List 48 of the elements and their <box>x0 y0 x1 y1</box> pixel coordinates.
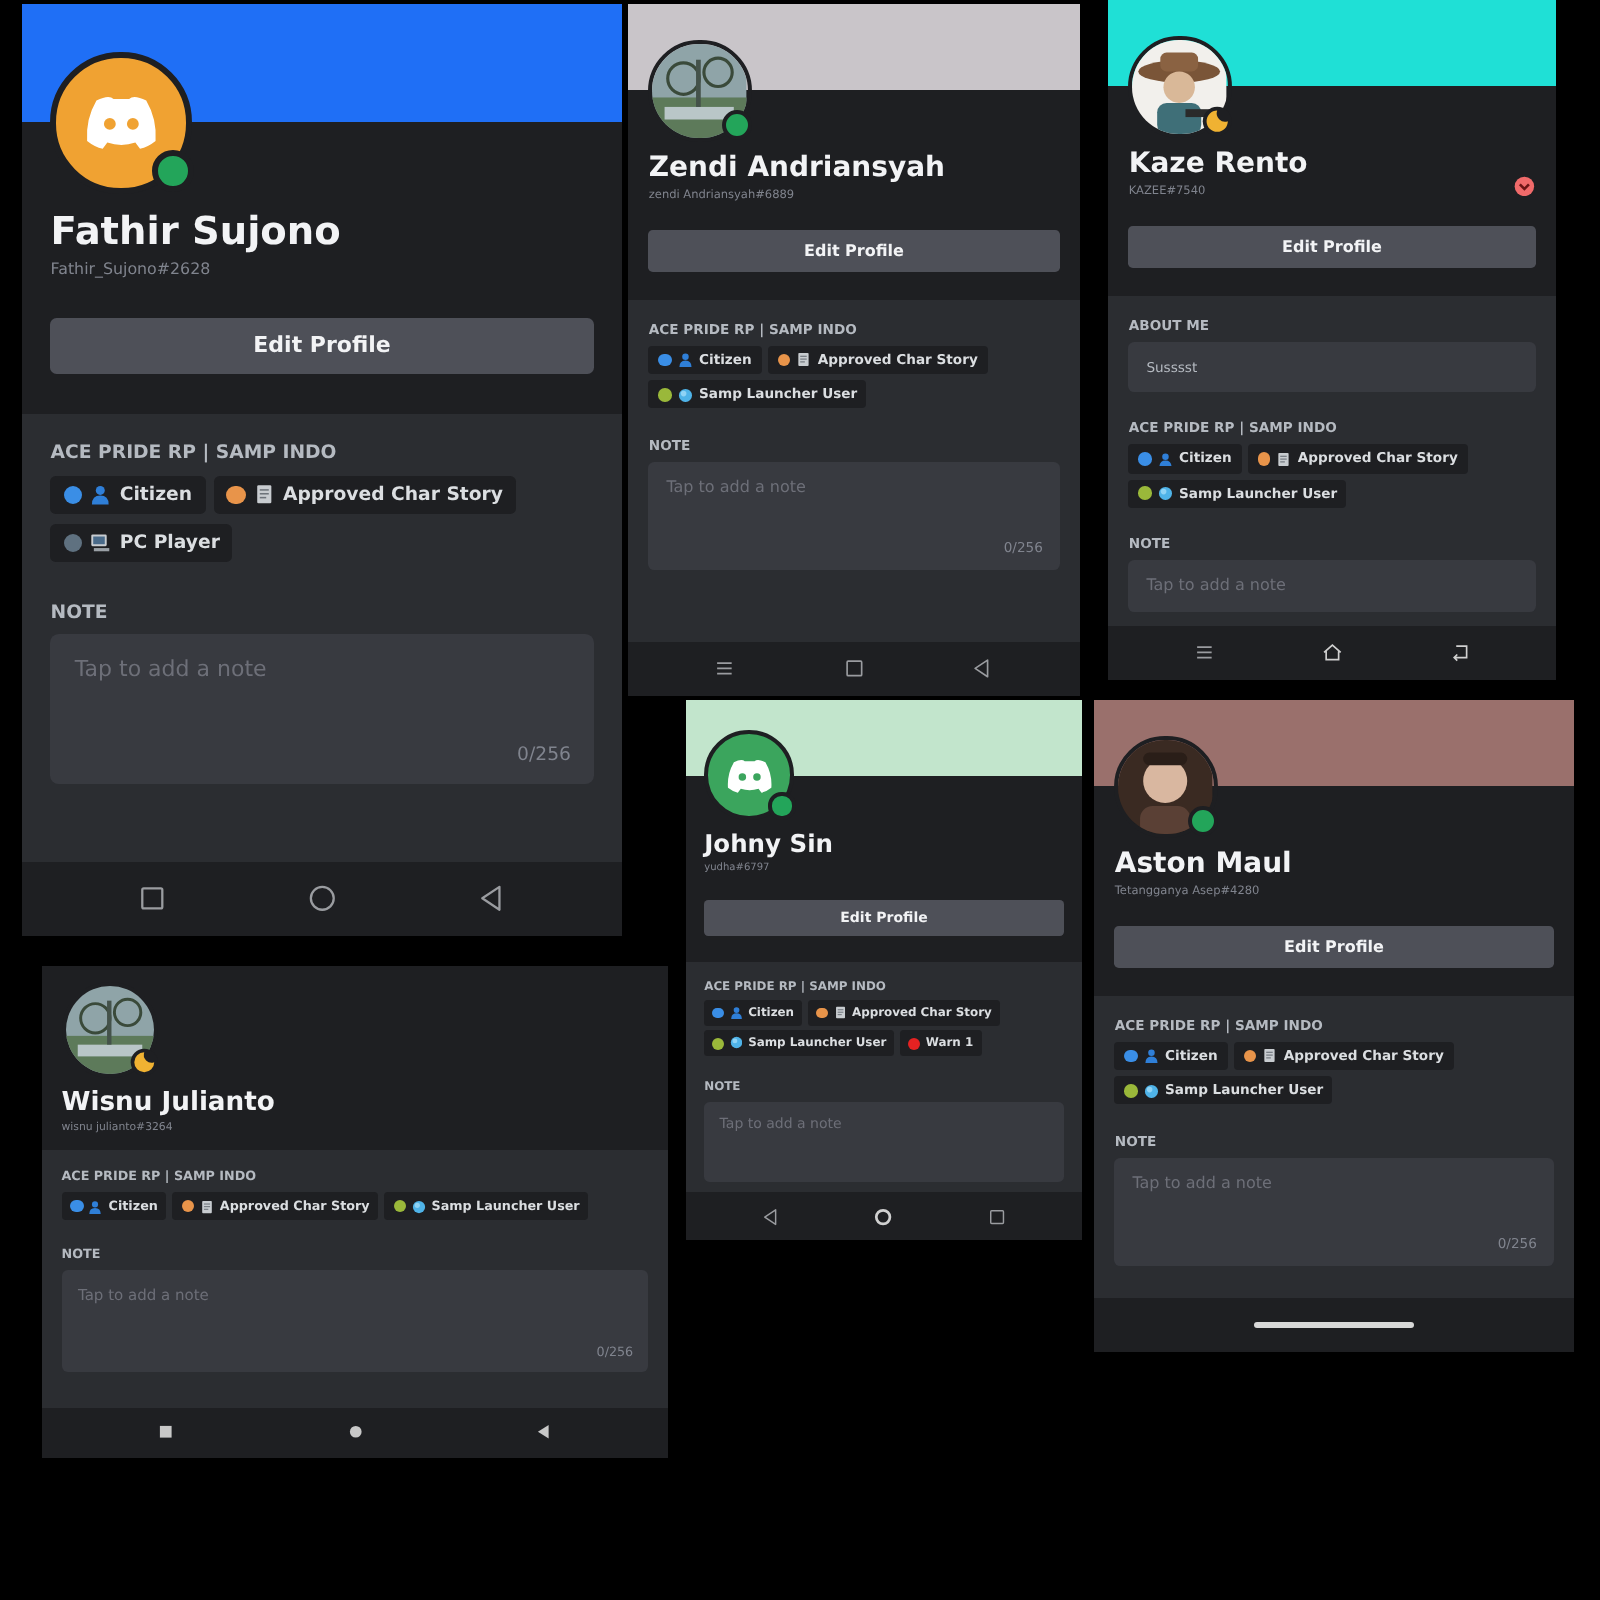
logo-icon <box>725 757 773 794</box>
person-icon <box>88 1199 103 1214</box>
home-icon[interactable] <box>1321 642 1343 664</box>
role-name: PC Player <box>119 531 220 554</box>
user-name: Kaze Rento <box>1128 148 1308 183</box>
person-icon <box>677 352 693 368</box>
recent-apps-icon[interactable] <box>988 1207 1007 1226</box>
edit-profile-button[interactable]: Edit Profile <box>648 230 1060 273</box>
document-icon <box>200 1199 215 1214</box>
recent-apps-icon[interactable] <box>156 1422 177 1443</box>
document-icon <box>1276 451 1292 467</box>
user-name: Aston Maul <box>1114 848 1292 883</box>
role-name: Approved Char Story <box>283 484 504 507</box>
home-icon[interactable] <box>345 1422 365 1443</box>
back-icon[interactable] <box>761 1207 780 1226</box>
role-name: Citizen <box>119 484 193 507</box>
edit-profile-button[interactable]: Edit Profile <box>50 317 594 375</box>
person-icon <box>729 1006 743 1020</box>
edit-profile-button[interactable]: Edit Profile <box>1114 926 1554 969</box>
home-icon[interactable] <box>307 884 337 913</box>
back-icon[interactable] <box>1449 642 1471 664</box>
document-icon <box>833 1006 847 1020</box>
logo-icon <box>83 94 159 152</box>
recent-apps-icon[interactable] <box>137 884 166 913</box>
back-icon[interactable] <box>533 1422 554 1443</box>
user-name: Zendi Andriansyah <box>648 152 946 187</box>
person-icon <box>1157 451 1173 467</box>
user-name: Wisnu Julianto <box>61 1087 275 1119</box>
document-icon <box>1262 1048 1278 1064</box>
person-icon <box>1143 1048 1159 1064</box>
server-name: ACE PRIDE RP | SAMP INDO <box>50 442 339 465</box>
note-field[interactable]: Tap to add a note <box>1128 560 1536 613</box>
section-label: NOTE <box>50 601 110 624</box>
gesture-handle[interactable] <box>1254 1322 1414 1328</box>
back-icon[interactable] <box>478 884 507 913</box>
character-counter: 0/256 <box>517 743 571 766</box>
menu-icon[interactable] <box>714 658 736 680</box>
edit-profile-button[interactable]: Edit Profile <box>1128 226 1536 269</box>
user-name: Johny Sin <box>704 830 834 860</box>
user-name: Fathir Sujono <box>50 208 341 255</box>
person-icon <box>90 484 112 506</box>
computer-icon <box>90 532 112 553</box>
document-icon <box>254 484 275 506</box>
document-icon <box>796 352 812 368</box>
home-icon[interactable] <box>874 1207 894 1226</box>
menu-icon[interactable] <box>1193 642 1215 664</box>
recent-apps-icon[interactable] <box>843 658 865 680</box>
back-icon[interactable] <box>972 658 994 680</box>
